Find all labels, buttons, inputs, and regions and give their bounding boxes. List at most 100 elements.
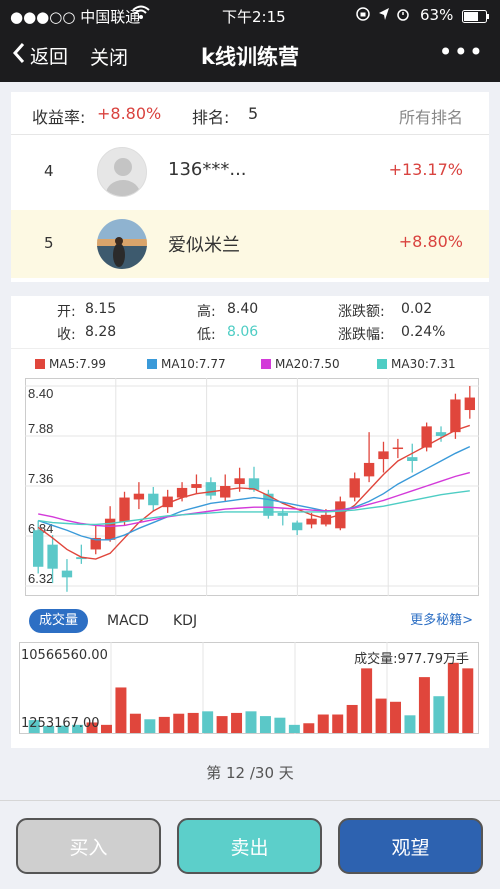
volume-bar [332, 714, 344, 733]
y-tick-label: 7.36 [28, 471, 53, 486]
battery-icon [462, 9, 490, 27]
sell-button[interactable]: 卖出 [177, 818, 322, 874]
volume-bar [100, 724, 112, 733]
tab-macd[interactable]: MACD [107, 613, 149, 629]
all-rankings-link[interactable]: 所有排名 [399, 104, 463, 128]
change-pct-label: 涨跌幅: [338, 327, 385, 343]
yield-label: 收益率: [32, 108, 86, 127]
watch-button[interactable]: 观望 [338, 818, 483, 874]
candle [291, 522, 303, 531]
volume-bar [462, 668, 474, 733]
y-tick-label: 6.32 [28, 571, 53, 586]
open-value: 8.15 [85, 301, 117, 317]
volume-max-label: 10566560.00 [21, 648, 108, 663]
rank-label: 排名: [192, 108, 230, 127]
y-tick-label: 7.88 [28, 421, 53, 436]
volume-bar [375, 698, 387, 733]
user-return: +13.17% [388, 160, 463, 179]
ma10-legend: MA10:7.77 [161, 357, 226, 371]
low-value: 8.06 [227, 324, 259, 340]
ma5-legend: MA5:7.99 [49, 357, 106, 371]
volume-bar [173, 713, 185, 733]
user-return: +8.80% [398, 232, 463, 251]
alarm-icon [396, 7, 410, 25]
volume-bar [202, 711, 214, 733]
candle [234, 478, 245, 485]
y-tick-label: 8.40 [28, 386, 53, 401]
volume-bar [144, 719, 156, 733]
more-tips-link[interactable]: 更多秘籍> [410, 609, 473, 628]
close-label: 收: [57, 327, 76, 343]
lock-rotation-icon [356, 7, 370, 25]
kline-card: 开: 8.15 高: 8.40 涨跌额: 0.02 收: 8.28 低: 8.0… [11, 296, 489, 748]
yield-value: +8.80% [97, 104, 162, 123]
clock: 下午2:15 [222, 8, 286, 26]
volume-bar [158, 716, 170, 733]
candle [61, 570, 73, 578]
close-value: 8.28 [85, 324, 117, 340]
high-value: 8.40 [227, 301, 259, 317]
candlestick-chart[interactable]: 8.407.887.366.846.32 [25, 378, 479, 596]
volume-bar [288, 724, 300, 733]
ma20-legend: MA20:7.50 [275, 357, 340, 371]
ma20-swatch [261, 359, 271, 369]
nav-bar: 返回 关闭 k线训练营 ••• [0, 30, 500, 82]
volume-bar [274, 717, 286, 733]
ranking-row[interactable]: 4 136***... +13.17% [11, 138, 489, 206]
volume-bar [447, 662, 459, 733]
volume-bar [390, 701, 402, 733]
status-bar: ●●●○○ 中国联通 下午2:15 63% [0, 0, 500, 30]
volume-current: 成交量:977.79万手 [354, 652, 469, 667]
candle [450, 399, 461, 433]
ranking-row-self[interactable]: 5 爱似米兰 +8.80% [11, 210, 489, 278]
volume-bar [418, 677, 430, 733]
volume-bar [259, 716, 271, 733]
candle [191, 484, 202, 488]
tab-volume[interactable]: 成交量 [29, 609, 89, 633]
candle [277, 512, 288, 516]
tab-kdj[interactable]: KDJ [173, 613, 197, 629]
high-label: 高: [197, 304, 216, 320]
candle [119, 497, 130, 522]
page-title: k线训练营 [201, 45, 299, 69]
volume-bar [361, 668, 373, 733]
volume-bar [317, 714, 329, 733]
volume-bar [346, 704, 358, 733]
change-label: 涨跌额: [338, 304, 385, 320]
open-label: 开: [57, 304, 76, 320]
candle [205, 482, 217, 496]
more-menu-button[interactable]: ••• [439, 38, 484, 66]
candle [349, 478, 360, 498]
volume-bar [129, 713, 141, 733]
rank-value: 5 [248, 104, 259, 123]
ma5-swatch [35, 359, 45, 369]
location-icon [378, 7, 390, 25]
carrier: ●●●○○ 中国联通 [10, 8, 141, 26]
battery-percent: 63% [420, 6, 454, 24]
volume-bar [433, 696, 445, 733]
ma30-swatch [377, 359, 387, 369]
candle [464, 397, 475, 411]
low-label: 低: [197, 327, 216, 343]
day-counter: 第 12 /30 天 [206, 764, 294, 782]
candle [104, 518, 116, 540]
user-name: 爱似米兰 [168, 235, 240, 256]
ranking-header: 收益率: +8.80% 排名: 5 所有排名 [11, 92, 489, 135]
change-pct-value: 0.24% [401, 324, 446, 340]
volume-min-label: 1253167.00 [21, 716, 100, 731]
volume-bar [216, 716, 228, 733]
ma10-swatch [147, 359, 157, 369]
candle [320, 514, 332, 525]
user-name: 136***... [168, 159, 247, 180]
candle [306, 518, 317, 525]
candle [363, 462, 375, 477]
ma5-line [37, 424, 471, 560]
buy-button[interactable]: 买入 [16, 818, 161, 874]
ranking-card: 收益率: +8.80% 排名: 5 所有排名 4 136***... +13.1… [11, 92, 489, 282]
candle [133, 493, 145, 500]
avatar-default [97, 147, 147, 197]
candle [392, 447, 404, 450]
volume-bar [187, 712, 199, 733]
rank-position: 5 [44, 234, 54, 252]
candle [148, 493, 159, 506]
